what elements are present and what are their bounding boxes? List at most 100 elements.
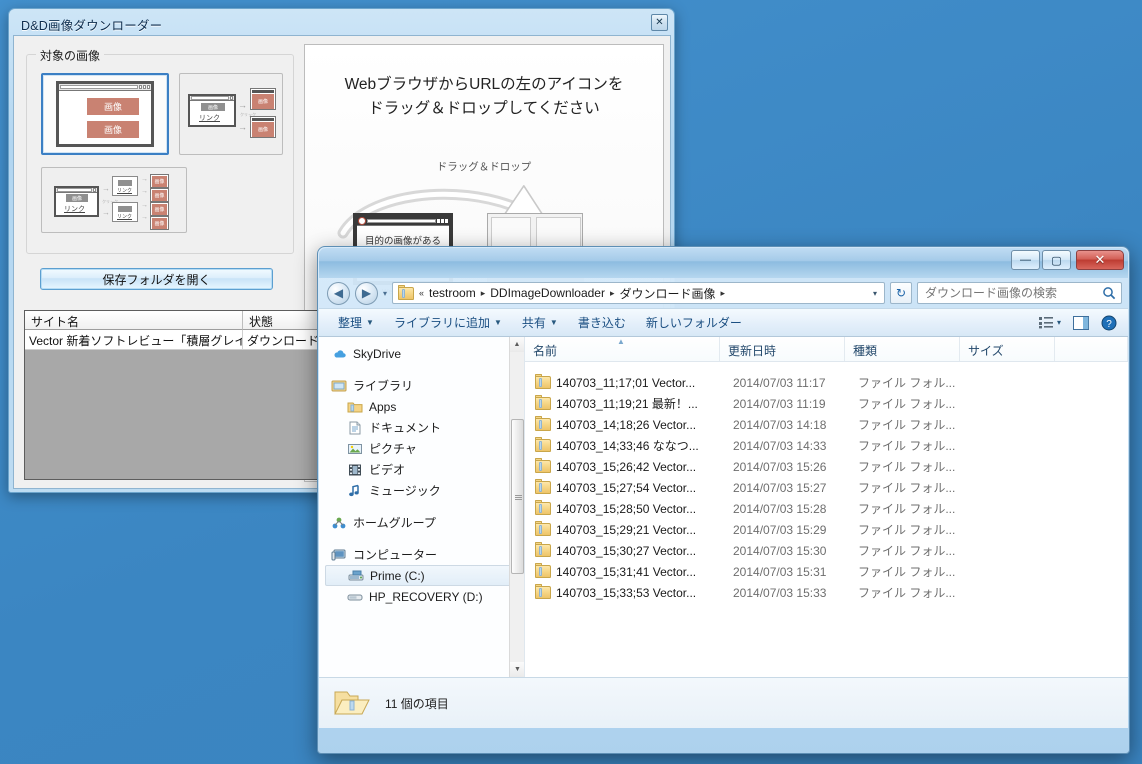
folder-icon bbox=[398, 284, 415, 300]
cloud-icon bbox=[331, 346, 347, 362]
toolbar-label: 共有 bbox=[521, 316, 546, 330]
arrow-icon: → bbox=[102, 184, 110, 193]
table-row[interactable]: 140703_14;33;46 ななつ... 2014/07/03 14:33 ファ… bbox=[525, 435, 1128, 456]
breadcrumb-item-2[interactable]: ダウンロード画像 bbox=[618, 284, 718, 303]
mode-thumb-link-images[interactable]: 画像 リンク クリック → → 画像 画像 bbox=[179, 73, 283, 155]
table-row[interactable]: 140703_15;28;50 Vector... 2014/07/03 15:2… bbox=[525, 498, 1128, 519]
search-box[interactable] bbox=[917, 282, 1122, 304]
toolbar-item-add-to-library[interactable]: ライブラリに追加 ▼ bbox=[385, 311, 511, 334]
toolbar-item-new-folder[interactable]: 新しいフォルダー bbox=[637, 311, 751, 334]
folder-icon bbox=[535, 437, 551, 452]
library-icon bbox=[331, 378, 347, 394]
arrow-icon: → bbox=[141, 214, 148, 221]
cell-type: ファイル フォル... bbox=[858, 481, 956, 495]
close-button[interactable]: ✕ bbox=[1076, 250, 1124, 270]
toolbar-item-organize[interactable]: 整理 ▼ bbox=[329, 311, 383, 334]
table-row[interactable]: 140703_15;26;42 Vector... 2014/07/03 15:2… bbox=[525, 456, 1128, 477]
view-options-button[interactable]: ▾ bbox=[1034, 314, 1066, 331]
table-row[interactable]: 140703_15;27;54 Vector... 2014/07/03 15:2… bbox=[525, 477, 1128, 498]
sidebar-item-skydrive[interactable]: SkyDrive bbox=[319, 343, 524, 364]
breadcrumb[interactable]: « testroom ▸ DDImageDownloader ▸ ダウンロード画… bbox=[392, 282, 885, 304]
table-row[interactable]: 140703_15;33;53 Vector... 2014/07/03 15:3… bbox=[525, 582, 1128, 603]
sidebar-item-label: SkyDrive bbox=[353, 346, 402, 361]
breadcrumb-item-1[interactable]: DDImageDownloader bbox=[488, 285, 607, 301]
sidebar-item-libraries[interactable]: ライブラリ bbox=[319, 375, 524, 396]
column-header-date[interactable]: 更新日時 bbox=[720, 337, 845, 361]
chevron-down-icon: ▼ bbox=[549, 318, 558, 327]
address-dropdown-caret[interactable]: ▾ bbox=[873, 289, 881, 298]
target-images-group: 対象の画像 画像 画像 画像 リンク クリック → → 画像 画像 画像 リンク… bbox=[26, 47, 294, 254]
breadcrumb-item-0[interactable]: testroom bbox=[427, 285, 478, 301]
recent-locations-button[interactable]: ▾ bbox=[383, 289, 387, 298]
breadcrumb-overflow[interactable]: « bbox=[419, 288, 424, 298]
explorer-titlebar[interactable]: — ▢ ✕ bbox=[319, 248, 1128, 278]
column-header-name[interactable]: ▲ 名前 bbox=[525, 337, 720, 361]
table-row[interactable]: 140703_15;30;27 Vector... 2014/07/03 15:3… bbox=[525, 540, 1128, 561]
toolbar-item-burn[interactable]: 書き込む bbox=[569, 311, 635, 334]
help-icon: ? bbox=[1101, 315, 1117, 330]
column-header-type[interactable]: 種類 bbox=[845, 337, 960, 361]
mode-thumb-deep-link-images[interactable]: 画像 リンク クリック → → リンク リンク → → → → 画像 画像 画像… bbox=[41, 167, 187, 233]
minimize-button[interactable]: — bbox=[1011, 250, 1040, 270]
cell-date: 2014/07/03 15:31 bbox=[733, 564, 827, 579]
toolbar-item-share[interactable]: 共有 ▼ bbox=[513, 311, 567, 334]
cell-name: 140703_11;19;21 最新！... bbox=[556, 397, 698, 411]
preview-pane-button[interactable] bbox=[1068, 314, 1094, 332]
cell-date: 2014/07/03 15:26 bbox=[733, 459, 827, 474]
link-label: リンク bbox=[64, 206, 85, 213]
dnd-title-line1: WebブラウザからURLの左のアイコンを bbox=[344, 76, 624, 93]
sidebar-item-label: ホームグループ bbox=[353, 516, 436, 530]
cell-type: ファイル フォル... bbox=[858, 397, 956, 411]
refresh-button[interactable]: ↻ bbox=[890, 282, 912, 304]
table-row[interactable]: 140703_15;31;41 Vector... 2014/07/03 15:3… bbox=[525, 561, 1128, 582]
arrow-icon: → bbox=[141, 202, 148, 209]
sidebar-item-pictures[interactable]: ピクチャ bbox=[319, 438, 524, 459]
maximize-button[interactable]: ▢ bbox=[1042, 250, 1071, 270]
scroll-down-icon[interactable]: ▼ bbox=[510, 662, 524, 677]
navigation-scrollbar[interactable]: ▲ ▼ bbox=[509, 337, 524, 677]
sidebar-item-apps[interactable]: Apps bbox=[319, 396, 524, 417]
scrollbar-thumb[interactable] bbox=[511, 419, 524, 574]
chevron-down-icon: ▾ bbox=[1056, 318, 1061, 327]
column-header-size[interactable]: サイズ bbox=[960, 337, 1055, 361]
cell-type: ファイル フォル... bbox=[858, 523, 956, 537]
sidebar-item-prime-c[interactable]: Prime (C:) bbox=[325, 565, 520, 586]
open-save-folder-button[interactable]: 保存フォルダを開く bbox=[40, 268, 273, 290]
back-button[interactable]: ◀ bbox=[327, 281, 350, 305]
pictures-icon bbox=[347, 441, 363, 457]
table-row[interactable]: 140703_11;19;21 最新！... 2014/07/03 11:19 ファ… bbox=[525, 393, 1128, 414]
sidebar-item-videos[interactable]: ビデオ bbox=[319, 459, 524, 480]
breadcrumb-separator: ▸ bbox=[609, 287, 615, 298]
column-header-site[interactable]: サイト名 bbox=[25, 311, 243, 330]
computer-icon bbox=[331, 547, 347, 563]
table-row[interactable]: 140703_14;18;26 Vector... 2014/07/03 14:1… bbox=[525, 414, 1128, 435]
cell-date: 2014/07/03 15:29 bbox=[733, 522, 827, 537]
search-input[interactable] bbox=[923, 285, 1102, 301]
sidebar-item-homegroup[interactable]: ホームグループ bbox=[319, 512, 524, 533]
file-rows-container: 140703_11;17;01 Vector... 2014/07/03 11:1… bbox=[525, 372, 1128, 603]
dnd-title-line2: ドラッグ＆ドロップしてください bbox=[368, 100, 600, 118]
dd-titlebar: D&D画像ダウンローダー ✕ bbox=[13, 13, 670, 35]
chevron-down-icon: ▼ bbox=[493, 318, 502, 327]
sidebar-item-music[interactable]: ミュージック bbox=[319, 480, 524, 501]
mode-thumb-page-images[interactable]: 画像 画像 bbox=[41, 73, 169, 155]
sort-ascending-icon: ▲ bbox=[617, 337, 625, 346]
sidebar-item-hp-recovery-d[interactable]: HP_RECOVERY (D:) bbox=[319, 586, 524, 607]
mini-browser-graphic: 画像 リンク bbox=[188, 94, 236, 127]
cell-name: 140703_15;30;27 Vector... bbox=[556, 543, 697, 558]
desktop-background: D&D画像ダウンローダー ✕ 対象の画像 画像 画像 画像 リンク クリック →… bbox=[0, 0, 1142, 764]
view-list-icon bbox=[1038, 317, 1053, 329]
forward-button[interactable]: ▶ bbox=[355, 281, 378, 305]
sidebar-item-documents[interactable]: ドキュメント bbox=[319, 417, 524, 438]
sidebar-item-computer[interactable]: コンピューター bbox=[319, 544, 524, 565]
table-row[interactable]: 140703_11;17;01 Vector... 2014/07/03 11:1… bbox=[525, 372, 1128, 393]
sidebar-item-label: ドキュメント bbox=[369, 421, 442, 435]
dd-close-button[interactable]: ✕ bbox=[651, 14, 668, 31]
folder-icon bbox=[535, 563, 551, 578]
cell-type: ファイル フォル... bbox=[858, 460, 956, 474]
scroll-up-icon[interactable]: ▲ bbox=[510, 337, 524, 352]
table-row[interactable]: 140703_15;29;21 Vector... 2014/07/03 15:2… bbox=[525, 519, 1128, 540]
help-button[interactable]: ? bbox=[1096, 313, 1122, 333]
